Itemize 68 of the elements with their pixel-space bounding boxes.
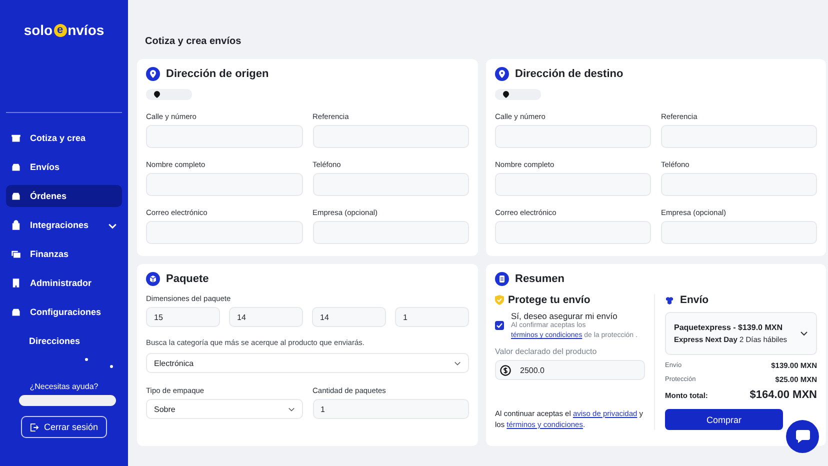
sidebar-item[interactable]: Direcciones bbox=[6, 330, 122, 352]
input-field[interactable]: 14 bbox=[312, 307, 386, 327]
input-field[interactable]: 1 bbox=[312, 399, 469, 419]
packaging-select[interactable]: Sobre bbox=[146, 399, 302, 419]
section-title: Protege tu envío bbox=[508, 294, 590, 306]
input-field[interactable] bbox=[146, 221, 302, 244]
building-icon bbox=[11, 278, 21, 288]
input-field[interactable] bbox=[495, 173, 651, 196]
box-icon bbox=[11, 133, 21, 143]
help-text: ¿Necesitas ayuda? bbox=[28, 382, 100, 391]
clipboard-icon bbox=[495, 272, 509, 286]
pin-icon bbox=[495, 67, 509, 81]
page-title: Cotiza y crea envíos bbox=[145, 36, 242, 47]
section-title: Envío bbox=[680, 294, 709, 306]
bag-icon bbox=[11, 220, 21, 230]
card-title: Dirección de origen bbox=[166, 68, 269, 80]
sidebar-item[interactable]: Administrador bbox=[6, 272, 122, 294]
input-field[interactable] bbox=[661, 125, 817, 148]
sidebar-item[interactable]: Órdenes bbox=[6, 185, 122, 207]
field-label: Valor declarado del producto bbox=[495, 347, 598, 356]
pin-icon bbox=[503, 91, 509, 98]
cost-value: $164.00 MXN bbox=[750, 389, 817, 401]
shield-icon bbox=[495, 295, 504, 305]
tray-icon bbox=[11, 162, 21, 172]
logo: solo e nvíos bbox=[22, 22, 106, 38]
sidebar-item[interactable]: Envíos bbox=[6, 156, 122, 178]
checkbox[interactable] bbox=[495, 321, 504, 330]
category-select[interactable]: Electrónica bbox=[146, 353, 469, 373]
dollar-icon bbox=[500, 364, 511, 376]
chevron-down-icon bbox=[800, 331, 808, 336]
input-field[interactable] bbox=[661, 221, 817, 244]
input-field[interactable] bbox=[495, 125, 651, 148]
card-title: Paquete bbox=[166, 273, 209, 285]
input-field[interactable] bbox=[661, 173, 817, 196]
logout-button[interactable]: Cerrar sesión bbox=[20, 416, 108, 438]
chat-icon bbox=[794, 429, 810, 444]
pin-icon bbox=[146, 67, 160, 81]
input-field[interactable]: 1 bbox=[395, 307, 469, 327]
tray-icon bbox=[11, 307, 21, 317]
chevron-down-icon bbox=[288, 406, 294, 412]
input-field[interactable] bbox=[312, 173, 469, 196]
dot bbox=[110, 365, 113, 368]
input-field[interactable] bbox=[312, 221, 469, 244]
card-title: Dirección de destino bbox=[515, 68, 624, 80]
card-title: Resumen bbox=[515, 273, 565, 285]
buy-button[interactable]: Comprar bbox=[665, 409, 783, 430]
logout-icon bbox=[30, 422, 39, 432]
input-field[interactable]: 14 bbox=[229, 307, 303, 327]
input-field[interactable] bbox=[146, 173, 302, 196]
input-field[interactable] bbox=[146, 125, 302, 148]
tray-icon bbox=[11, 191, 21, 201]
sidebar-item[interactable]: Configuraciones bbox=[6, 301, 122, 323]
input-field[interactable] bbox=[495, 221, 651, 244]
sidebar-item[interactable]: Cotiza y crea bbox=[6, 127, 122, 149]
pin-icon bbox=[154, 91, 160, 98]
dot bbox=[85, 358, 88, 361]
checkbox-label: Sí, deseo asegurar mi envío bbox=[511, 311, 618, 321]
box-icon bbox=[146, 272, 160, 286]
chevron-down-icon bbox=[454, 360, 461, 366]
location-chip[interactable] bbox=[146, 89, 192, 100]
sidebar-item[interactable]: Finanzas bbox=[6, 243, 122, 265]
declared-value-field[interactable]: 2500.0 bbox=[495, 360, 645, 380]
input-field[interactable]: 15 bbox=[146, 307, 220, 327]
input-field[interactable] bbox=[312, 125, 469, 148]
carrier-name: Paquetexpress - $139.0 MXN bbox=[674, 323, 784, 332]
cards-icon bbox=[11, 249, 21, 259]
sidebar-item[interactable]: Integraciones bbox=[6, 214, 122, 236]
location-chip[interactable] bbox=[495, 89, 541, 100]
